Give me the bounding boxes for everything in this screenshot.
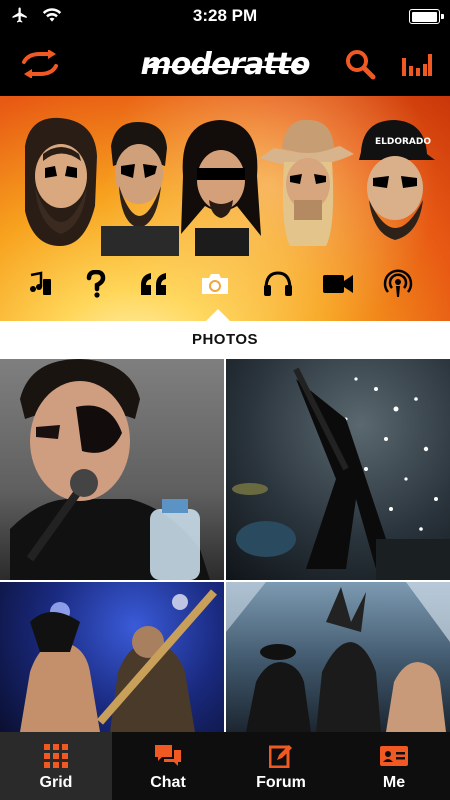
question-icon[interactable] [74, 264, 118, 304]
bottom-tab-bar: Grid Chat Forum Me [0, 732, 450, 800]
headphones-icon[interactable] [256, 264, 300, 304]
quote-icon[interactable] [132, 264, 176, 304]
music-notes-icon[interactable] [18, 264, 62, 304]
logo-text: moderatto [140, 46, 310, 82]
profile-card-icon [338, 744, 450, 770]
photo-grid [0, 359, 450, 732]
forum-icon [225, 744, 337, 770]
tab-me[interactable]: Me [338, 732, 450, 800]
band-member-5: ELDORADO [359, 120, 435, 240]
band-member-3 [181, 120, 261, 256]
section-title: PHOTOS [0, 321, 450, 359]
refresh-icon[interactable] [18, 46, 62, 82]
camera-icon[interactable] [193, 264, 237, 304]
levels-icon[interactable] [394, 46, 438, 82]
status-time: 3:28 PM [192, 6, 258, 25]
tab-forum[interactable]: Forum [225, 732, 337, 800]
tab-chat[interactable]: Chat [112, 732, 224, 800]
photo-band-on-stage [226, 582, 450, 732]
tab-label: Forum [256, 774, 306, 791]
moderatto-logo: moderatto [140, 46, 310, 82]
photo-tile[interactable] [0, 582, 224, 732]
video-icon[interactable] [316, 264, 360, 304]
band-members-illustration: ELDORADO [15, 116, 435, 256]
selected-indicator [206, 309, 230, 321]
band-banner: ELDORADO [0, 96, 450, 321]
photo-tile[interactable] [226, 582, 450, 732]
tab-label: Chat [150, 774, 186, 791]
band-member-2 [101, 122, 179, 256]
battery-fill [411, 11, 437, 22]
podcast-icon[interactable] [376, 264, 420, 304]
photo-tile[interactable] [0, 359, 224, 580]
band-member-1 [25, 117, 97, 246]
tab-label: Grid [39, 774, 73, 791]
tab-label: Me [382, 774, 406, 791]
photo-singer-microphone [10, 359, 210, 580]
status-bar: 3:28 PM [0, 0, 450, 32]
band-member-4 [260, 119, 354, 246]
section-icon-row [0, 264, 450, 304]
grid-icon [0, 744, 112, 770]
tab-grid[interactable]: Grid [0, 732, 112, 800]
battery-icon [409, 9, 444, 24]
chat-icon [112, 744, 224, 770]
app-header: moderatto [0, 32, 450, 96]
photo-singer-and-guitarist [20, 589, 218, 732]
photo-guitarist-sparks [232, 367, 450, 580]
photo-tile[interactable] [226, 359, 450, 580]
search-icon[interactable] [338, 46, 382, 82]
svg-text:ELDORADO: ELDORADO [375, 137, 431, 147]
